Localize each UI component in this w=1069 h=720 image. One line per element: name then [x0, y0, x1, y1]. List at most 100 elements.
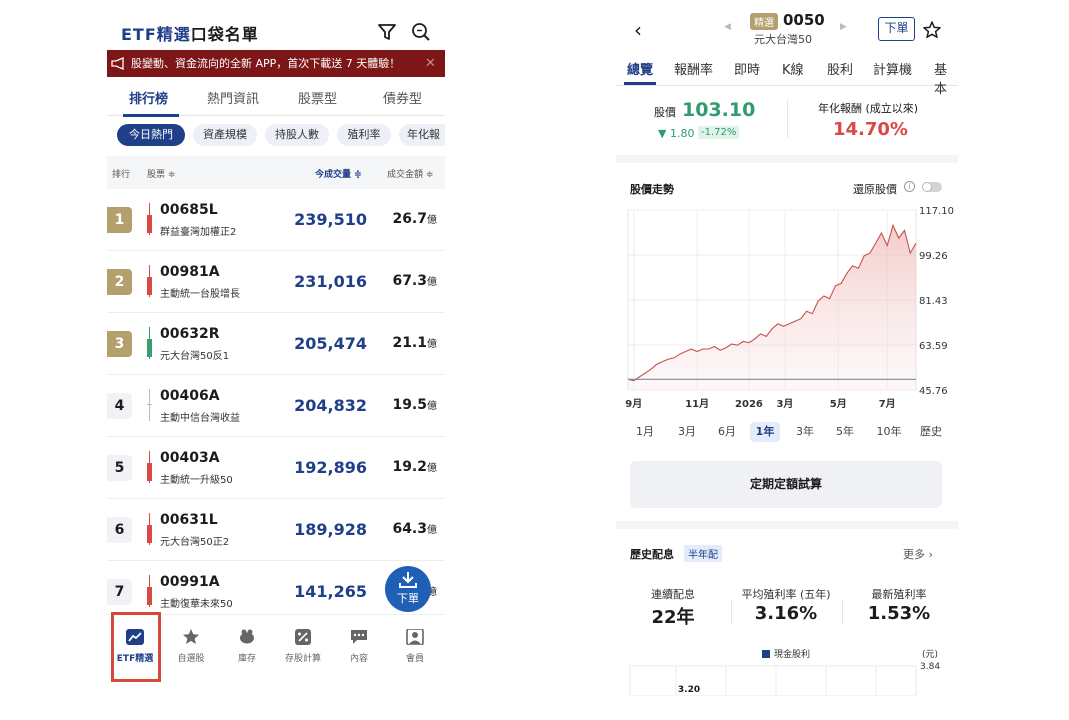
amount-unit: 億 — [427, 215, 437, 226]
search-icon[interactable] — [411, 22, 431, 42]
amount-value: 67.3億 — [392, 273, 437, 289]
tab-bond[interactable]: 債券型 — [383, 88, 422, 107]
promo-banner[interactable]: 股變動、資金流向的全新 APP，首次下載送 7 天體驗！ ✕ — [107, 50, 445, 77]
rank-badge: 3 — [107, 331, 132, 357]
x-tick-label: 5月 — [830, 398, 847, 410]
range-option[interactable]: 5年 — [830, 422, 860, 442]
etf-name: 主動統一升級50 — [160, 475, 233, 486]
member-icon — [406, 629, 424, 645]
range-option[interactable]: 1年 — [750, 422, 780, 442]
download-icon — [399, 572, 417, 588]
x-tick-label: 2026 — [735, 399, 763, 410]
price-label: 股價 — [654, 106, 676, 119]
rank-badge: 6 — [107, 517, 132, 543]
order-fab[interactable]: 下單 — [385, 566, 431, 612]
annual-return-value: 14.70% — [833, 119, 908, 140]
order-button[interactable]: 下單 — [878, 17, 915, 41]
table-row[interactable]: 1 00685L 群益臺灣加權正2 239,510 26.7億 — [107, 189, 445, 251]
more-link[interactable]: 更多 › — [903, 546, 933, 562]
chip-today-hot[interactable]: 今日熱門 — [117, 124, 185, 146]
column-amount[interactable]: 成交金額 ≑ — [387, 167, 433, 180]
prev-stock-icon[interactable]: ◀ — [724, 22, 731, 32]
tab-overview[interactable]: 總覽 — [627, 59, 653, 78]
candlestick-icon — [147, 575, 152, 607]
dividend-chart: 現金股利 (元) 3.84 3.20 — [629, 648, 940, 696]
chip-annualized[interactable]: 年化報 — [399, 124, 445, 146]
amount-number: 26.7 — [392, 211, 427, 227]
dca-calculator-button[interactable]: 定期定額試算 — [630, 461, 942, 508]
etf-code: 00991A — [160, 574, 220, 590]
etf-code: 00981A — [160, 264, 220, 280]
price-chart[interactable]: 117.10 99.26 81.43 63.59 45.76 9月 11月 2026 3月 5月 7… — [616, 200, 958, 415]
rank-badge: 2 — [107, 269, 132, 295]
range-option[interactable]: 歷史 — [916, 422, 946, 442]
title-brand: ETF精選 — [121, 25, 191, 44]
info-icon[interactable]: i — [904, 181, 915, 192]
y-tick-label: 81.43 — [919, 296, 948, 307]
etf-code: 00631L — [160, 512, 218, 528]
next-stock-icon[interactable]: ▶ — [840, 22, 847, 32]
tab-returns[interactable]: 報酬率 — [674, 59, 713, 78]
column-volume[interactable]: 今成交量 ≑ — [315, 167, 362, 180]
range-option[interactable]: 6月 — [712, 422, 742, 442]
section-divider — [616, 155, 958, 163]
amount-value: 21.1億 — [392, 335, 437, 351]
range-option[interactable]: 3月 — [672, 422, 702, 442]
nav-inventory[interactable]: 庫存 — [221, 623, 273, 664]
restore-price-toggle[interactable] — [922, 182, 942, 192]
picks-badge: 精選 — [750, 13, 778, 30]
stat-label: 最新殖利率 — [871, 588, 927, 601]
tab-dividends[interactable]: 股利 — [827, 59, 853, 78]
nav-content[interactable]: 內容 — [333, 623, 385, 664]
filter-icon[interactable] — [378, 23, 396, 41]
range-option[interactable]: 3年 — [790, 422, 820, 442]
column-stock[interactable]: 股票 ≑ — [147, 167, 175, 180]
chip-holders[interactable]: 持股人數 — [265, 124, 329, 146]
favorite-star-icon[interactable] — [923, 21, 941, 39]
tab-kline[interactable]: K線 — [782, 59, 804, 78]
restore-price-label: 還原股價 — [853, 183, 897, 196]
table-row[interactable]: 5 00403A 主動統一升級50 192,896 19.2億 — [107, 437, 445, 499]
volume-value: 204,832 — [294, 396, 367, 415]
etf-name: 元大台灣50正2 — [160, 537, 230, 548]
stock-name: 元大台灣50 — [754, 33, 812, 46]
tab-basic[interactable]: 基本 — [934, 59, 958, 97]
close-icon[interactable]: ✕ — [425, 50, 436, 77]
candlestick-icon — [147, 451, 152, 483]
range-option[interactable]: 10年 — [872, 422, 906, 442]
data-label: 3.20 — [678, 685, 700, 695]
candlestick-icon — [147, 327, 152, 359]
nav-label: 存股計算 — [284, 654, 321, 664]
legend-label: 現金股利 — [774, 648, 810, 660]
range-option[interactable]: 1月 — [630, 422, 660, 442]
table-row[interactable]: 6 00631L 元大台灣50正2 189,928 64.3億 — [107, 499, 445, 561]
nav-member[interactable]: 會員 — [389, 623, 441, 664]
back-icon[interactable]: ‹ — [634, 18, 642, 42]
nav-watchlist[interactable]: 自選股 — [165, 623, 217, 664]
nav-savings-calc[interactable]: 存股計算 — [277, 623, 329, 664]
tab-realtime[interactable]: 即時 — [734, 59, 760, 78]
section-divider — [616, 521, 958, 529]
selection-highlight — [111, 612, 161, 682]
table-row[interactable]: 3 00632R 元大台灣50反1 205,474 21.1億 — [107, 313, 445, 375]
amount-unit: 億 — [427, 525, 437, 536]
price-value: 103.10 — [682, 99, 756, 121]
title-suffix: 口袋名單 — [190, 25, 259, 44]
etf-name: 元大台灣50反1 — [160, 351, 230, 362]
volume-value: 189,928 — [294, 520, 367, 539]
nav-label: 會員 — [405, 654, 424, 664]
tab-calculator[interactable]: 計算機 — [873, 59, 912, 78]
etf-code: 00403A — [160, 450, 220, 466]
tab-equity[interactable]: 股票型 — [298, 88, 337, 107]
chip-asset-size[interactable]: 資產規模 — [193, 124, 257, 146]
chart-title: 股價走勢 — [630, 183, 674, 196]
y-axis-unit: (元) — [922, 650, 938, 660]
table-row[interactable]: 2 00981A 主動統一台股增長 231,016 67.3億 — [107, 251, 445, 313]
y-tick-label: 45.76 — [919, 386, 948, 397]
tab-hot-info[interactable]: 熱門資訊 — [207, 88, 259, 107]
table-row[interactable]: 4 00406A 主動中信台灣收益 204,832 19.5億 — [107, 375, 445, 437]
x-tick-label: 9月 — [625, 398, 642, 410]
tab-ranking[interactable]: 排行榜 — [129, 88, 168, 107]
chip-yield[interactable]: 殖利率 — [337, 124, 391, 146]
stock-code: 0050 — [783, 11, 825, 29]
